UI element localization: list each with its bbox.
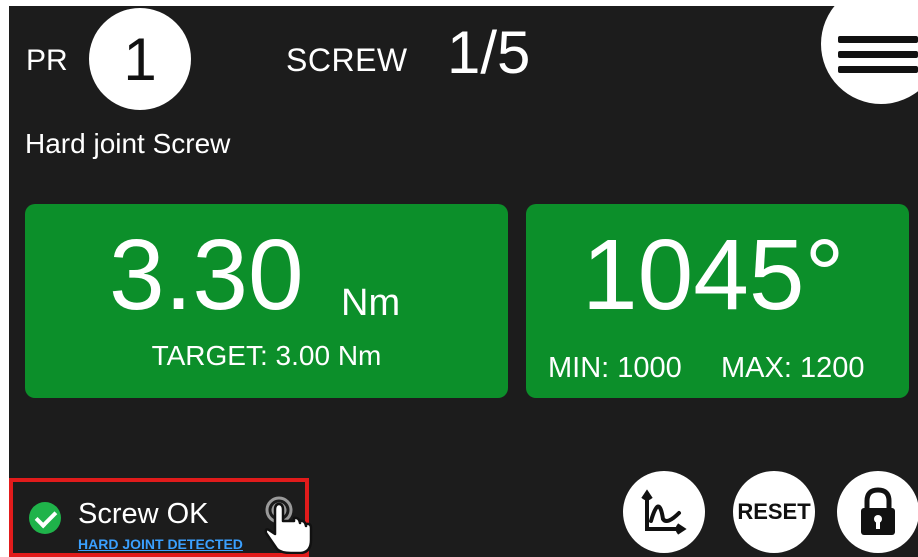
program-label: PR — [26, 44, 68, 77]
angle-panel: 1045° MIN: 1000 MAX: 1200 — [526, 204, 909, 398]
lock-icon — [861, 487, 895, 535]
status-detail-link[interactable]: HARD JOINT DETECTED — [78, 536, 243, 552]
angle-max: MAX: 1200 — [721, 352, 865, 384]
screw-counter: 1/5 — [447, 19, 531, 86]
chart-button[interactable] — [623, 471, 705, 553]
screw-label: SCREW — [286, 42, 408, 78]
torque-panel: 3.30 Nm TARGET: 3.00 Nm — [25, 204, 508, 398]
menu-button[interactable] — [821, 6, 918, 104]
program-number-badge[interactable]: 1 — [89, 8, 191, 110]
angle-min: MIN: 1000 — [548, 352, 682, 384]
torque-value: 3.30 — [109, 219, 304, 331]
tap-hand-icon[interactable] — [261, 494, 317, 554]
status-area[interactable]: Screw OK HARD JOINT DETECTED — [9, 478, 313, 557]
chart-icon — [641, 489, 687, 535]
torque-unit: Nm — [341, 282, 401, 324]
program-name: Hard joint Screw — [25, 128, 231, 159]
angle-value: 1045° — [582, 219, 845, 331]
tightening-screen: PR 1 SCREW 1/5 Hard joint Screw 3.30 Nm … — [9, 6, 918, 557]
lock-button[interactable] — [837, 471, 918, 553]
check-circle-icon — [29, 502, 61, 534]
status-text: Screw OK — [78, 498, 209, 530]
torque-target: TARGET: 3.00 Nm — [151, 340, 382, 371]
reset-button[interactable]: RESET — [733, 471, 815, 553]
reset-label: RESET — [737, 499, 811, 524]
